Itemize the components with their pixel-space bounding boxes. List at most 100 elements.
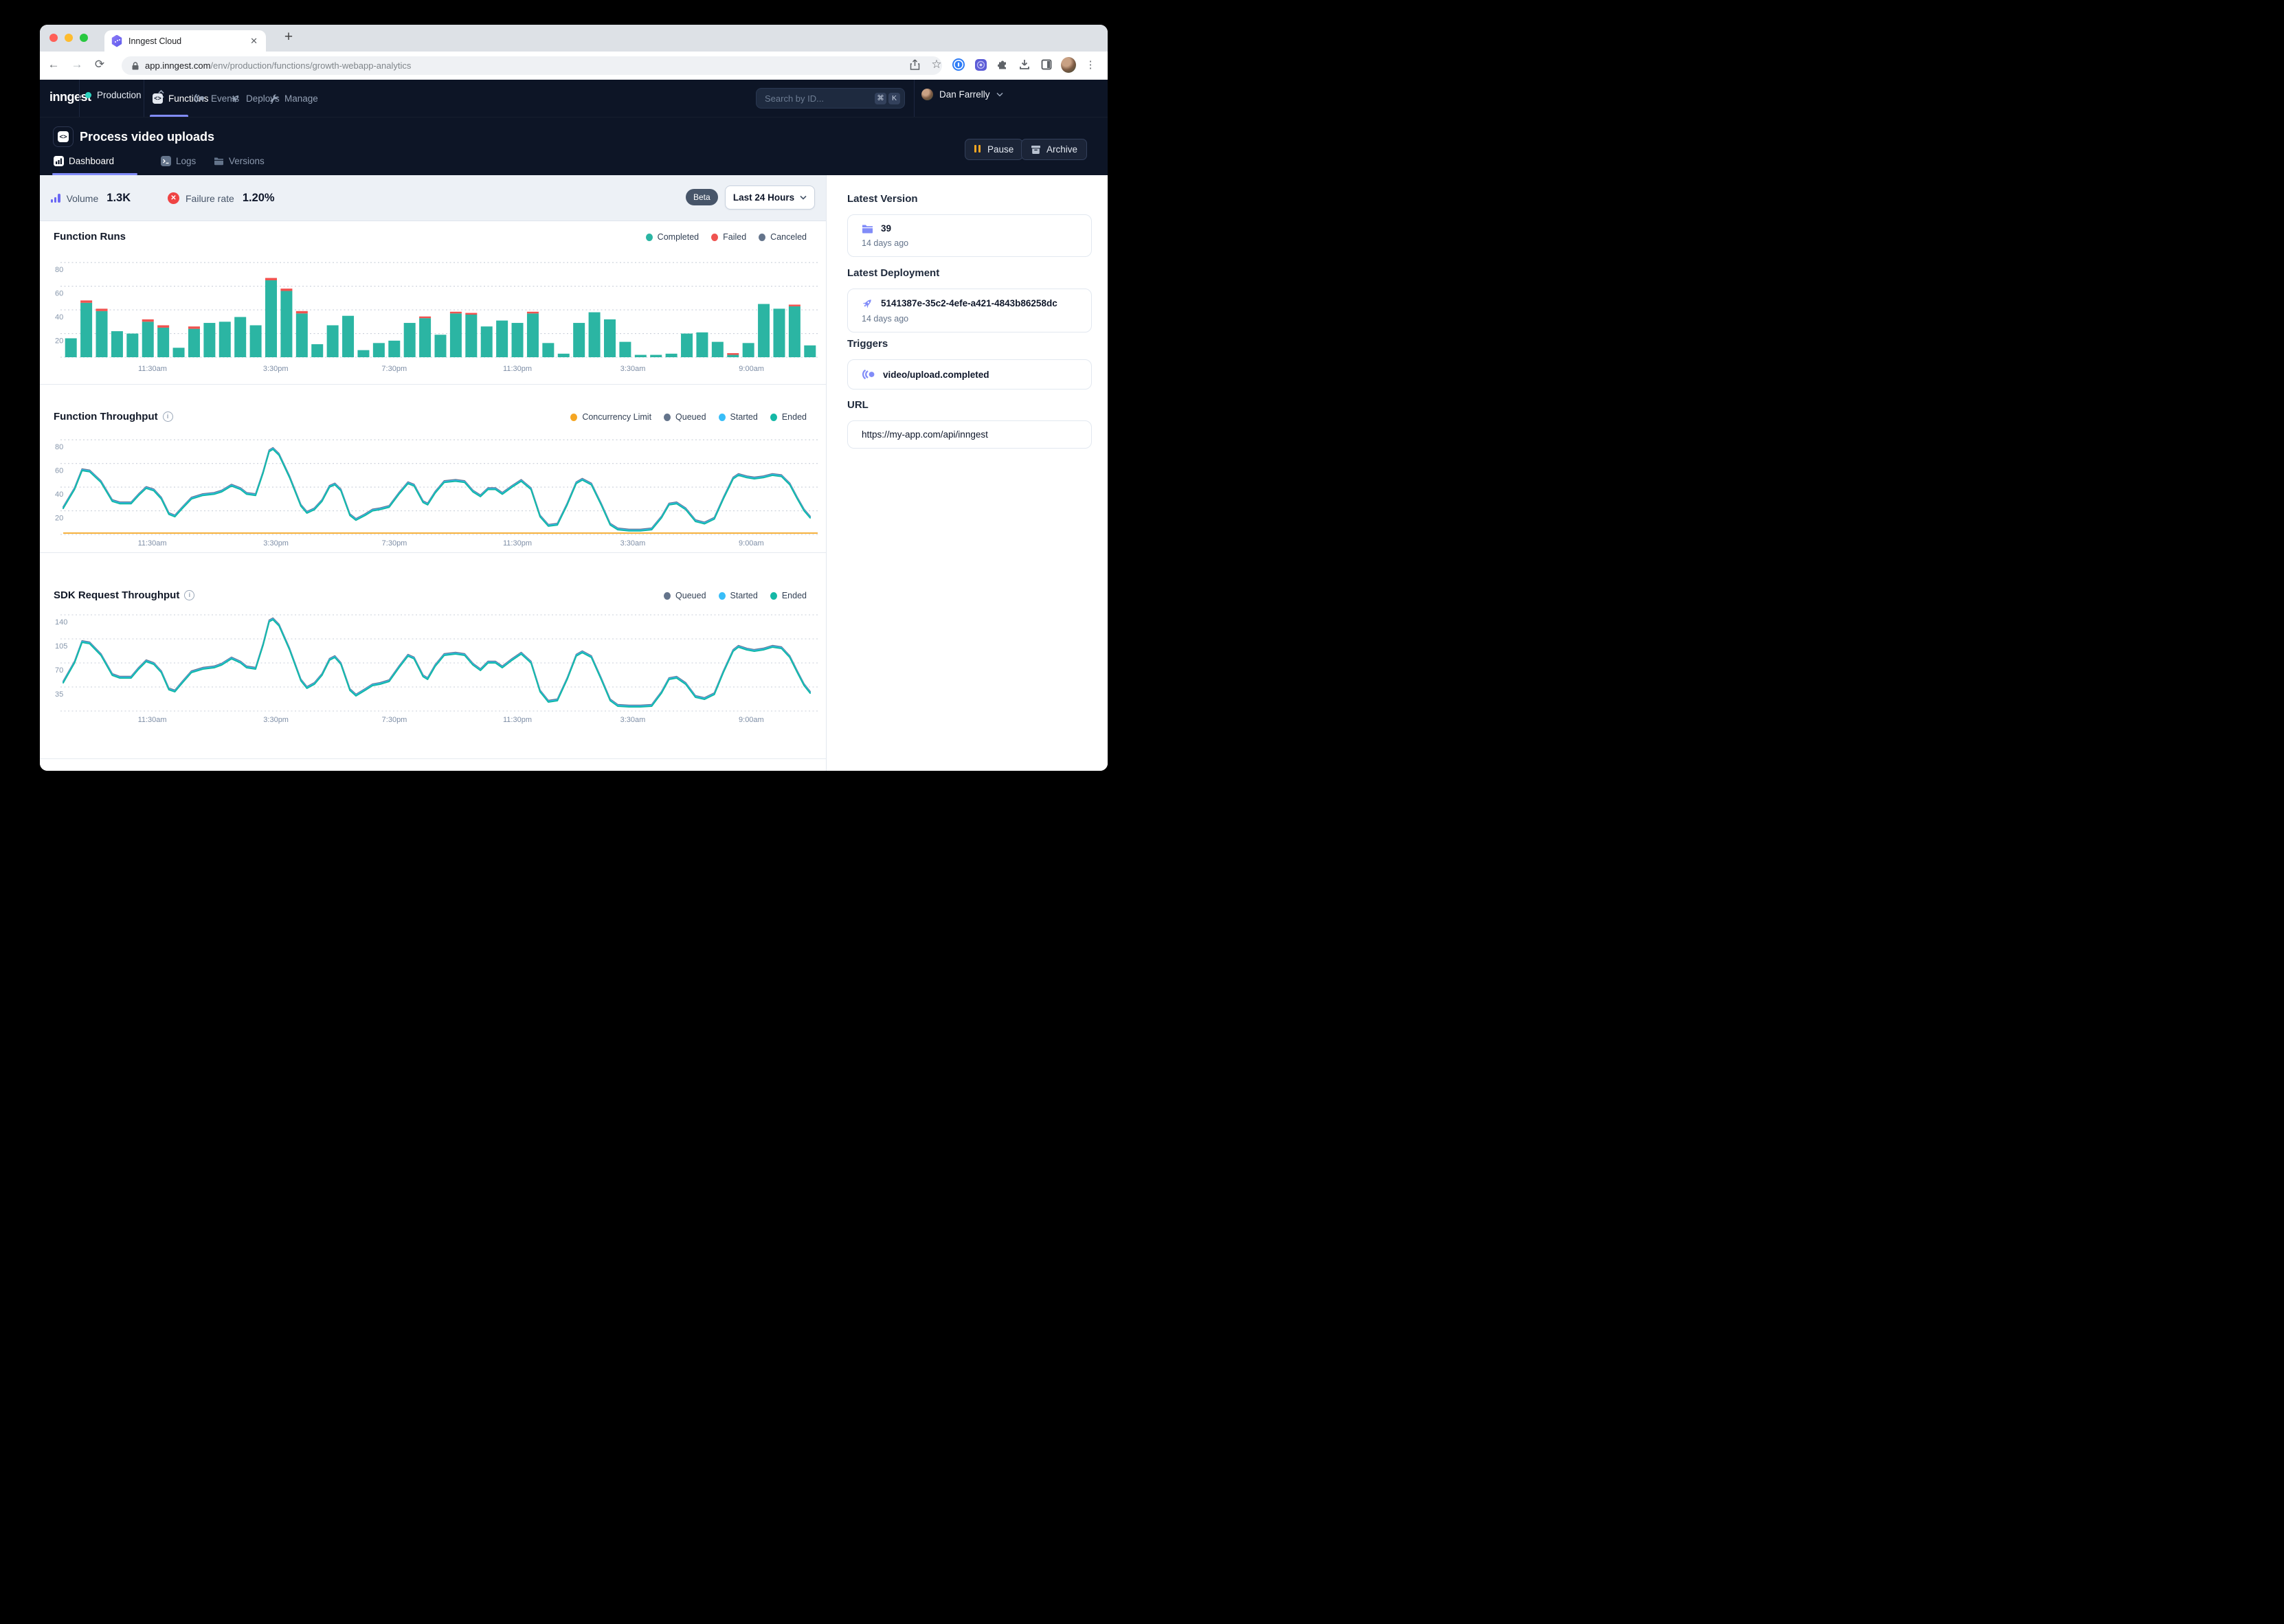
section-divider [40,758,826,759]
address-bar[interactable]: app.inngest.com/env/production/functions… [122,56,942,75]
user-name: Dan Farrelly [939,89,990,100]
svg-text:11:30pm: 11:30pm [503,365,532,373]
search-input[interactable]: Search by ID... ⌘ K [756,88,905,109]
svg-text:80: 80 [55,266,63,274]
browser-tab[interactable]: Inngest Cloud ✕ [104,30,266,52]
time-range-select[interactable]: Last 24 Hours [725,185,815,210]
beta-badge: Beta [686,189,718,205]
window-close-button[interactable] [49,34,58,42]
latest-version-title: Latest Version [847,193,918,205]
svg-text:11:30am: 11:30am [138,539,167,548]
user-avatar [921,89,933,100]
versions-folder-icon [214,157,224,166]
rocket-icon [230,93,240,104]
window-minimize-button[interactable] [65,34,73,42]
svg-text:7:30pm: 7:30pm [381,365,407,373]
bookmark-star-icon[interactable]: ☆ [929,57,944,72]
lock-icon [131,61,139,71]
svg-text:7:30pm: 7:30pm [382,539,407,548]
page-title: Process video uploads [80,130,214,144]
latest-deployment-title: Latest Deployment [847,267,939,279]
trigger-value: video/upload.completed [883,370,989,380]
screen-background: Inngest Cloud ✕ + ← → ⟳ app.inngest.com/… [0,0,1142,812]
pause-button[interactable]: Pause [965,139,1023,160]
svg-text:40: 40 [55,490,63,499]
svg-text:60: 60 [55,467,63,475]
svg-text:35: 35 [55,690,63,699]
share-icon[interactable] [907,57,922,72]
latest-version-ago: 14 days ago [862,238,1077,248]
download-icon[interactable] [1017,57,1032,72]
dashboard-main: Volume 1.3K ✕ Failure rate 1.20% Beta La… [40,175,826,771]
environment-name: Production [97,90,142,100]
svg-text:20: 20 [55,515,63,523]
failure-x-icon: ✕ [168,192,179,204]
svg-text:140: 140 [55,618,67,627]
new-tab-button[interactable]: + [279,29,298,45]
svg-text:9:00am: 9:00am [739,365,764,373]
pause-icon [974,144,982,155]
function-code-icon: <> [53,126,74,147]
browser-tabstrip: Inngest Cloud ✕ + [40,25,1108,52]
svg-text:105: 105 [55,642,67,651]
event-trigger-icon [862,368,875,381]
back-icon[interactable]: ← [45,58,62,71]
tab-versions[interactable]: Versions [214,156,265,166]
reload-icon[interactable]: ⟳ [91,58,108,71]
url-text: app.inngest.com/env/production/functions… [145,60,411,71]
browser-window: Inngest Cloud ✕ + ← → ⟳ app.inngest.com/… [40,25,1108,771]
function-throughput-line-chart: 80 60 40 20 11:30am 3:30pm 7:30pm 11:30pm 3:30am… [54,385,823,553]
password-manager-extension-icon[interactable] [951,57,966,72]
browser-profile-avatar[interactable] [1061,57,1076,72]
url-value: https://my-app.com/api/inngest [862,429,988,440]
tab-dashboard[interactable]: Dashboard [54,156,114,166]
trigger-card[interactable]: video/upload.completed [847,359,1092,390]
user-menu[interactable]: Dan Farrelly [921,89,1003,100]
events-icon [194,93,205,104]
svg-text:3:30pm: 3:30pm [263,365,289,373]
function-runs-section: Function Runs Completed Failed Canceled … [40,221,826,385]
latest-deployment-value: 5141387e-35c2-4efe-a421-4843b86258dc [881,298,1057,308]
function-throughput-section: Function Throughput i Concurrency Limit … [40,385,826,553]
triggers-title: Triggers [847,338,888,350]
svg-text:11:30pm: 11:30pm [503,539,532,548]
svg-text:3:30pm: 3:30pm [263,539,289,548]
environment-status-dot [85,92,91,98]
search-placeholder: Search by ID... [765,93,873,104]
wrench-icon [269,93,279,104]
functions-code-icon: <> [153,93,163,104]
latest-deployment-card[interactable]: 5141387e-35c2-4efe-a421-4843b86258dc 14 … [847,289,1092,332]
archive-button[interactable]: Archive [1021,139,1087,160]
sdk-throughput-line-chart: 140105703511:30am3:30pm7:30pm11:30pm3:30… [54,553,823,758]
svg-text:70: 70 [55,666,63,675]
chevron-down-icon [996,92,1003,97]
svg-text:80: 80 [55,443,63,451]
puzzle-extensions-icon[interactable] [995,57,1010,72]
purple-extension-icon[interactable] [973,57,988,72]
nav-item-manage[interactable]: Manage [269,80,318,117]
url-card: https://my-app.com/api/inngest [847,420,1092,449]
browser-menu-icon[interactable]: ⋮ [1083,57,1098,72]
latest-version-card[interactable]: 39 14 days ago [847,214,1092,257]
failure-rate-stat: ✕ Failure rate 1.20% [168,175,275,221]
svg-text:3:30am: 3:30am [620,539,646,548]
svg-text:11:30pm: 11:30pm [503,716,532,724]
chevron-down-icon [800,195,807,200]
forward-icon[interactable]: → [69,58,85,71]
side-panel-icon[interactable] [1039,57,1054,72]
sdk-throughput-section: SDK Request Throughput i Queued Started … [40,553,826,758]
svg-text:3:30am: 3:30am [620,716,646,724]
cmd-key-icon: ⌘ [875,93,886,104]
volume-stat: Volume 1.3K [51,175,131,221]
archive-icon [1031,145,1041,155]
app-navbar: inngest Production <> Functions [40,80,1108,117]
folder-icon [862,224,873,234]
svg-text:20: 20 [55,337,63,346]
window-zoom-button[interactable] [80,34,88,42]
k-key-icon: K [888,93,900,104]
volume-bars-icon [51,194,60,203]
dashboard-chart-icon [54,156,64,166]
tab-logs[interactable]: Logs [161,156,196,166]
latest-version-value: 39 [881,223,891,234]
tab-close-icon[interactable]: ✕ [249,36,259,47]
